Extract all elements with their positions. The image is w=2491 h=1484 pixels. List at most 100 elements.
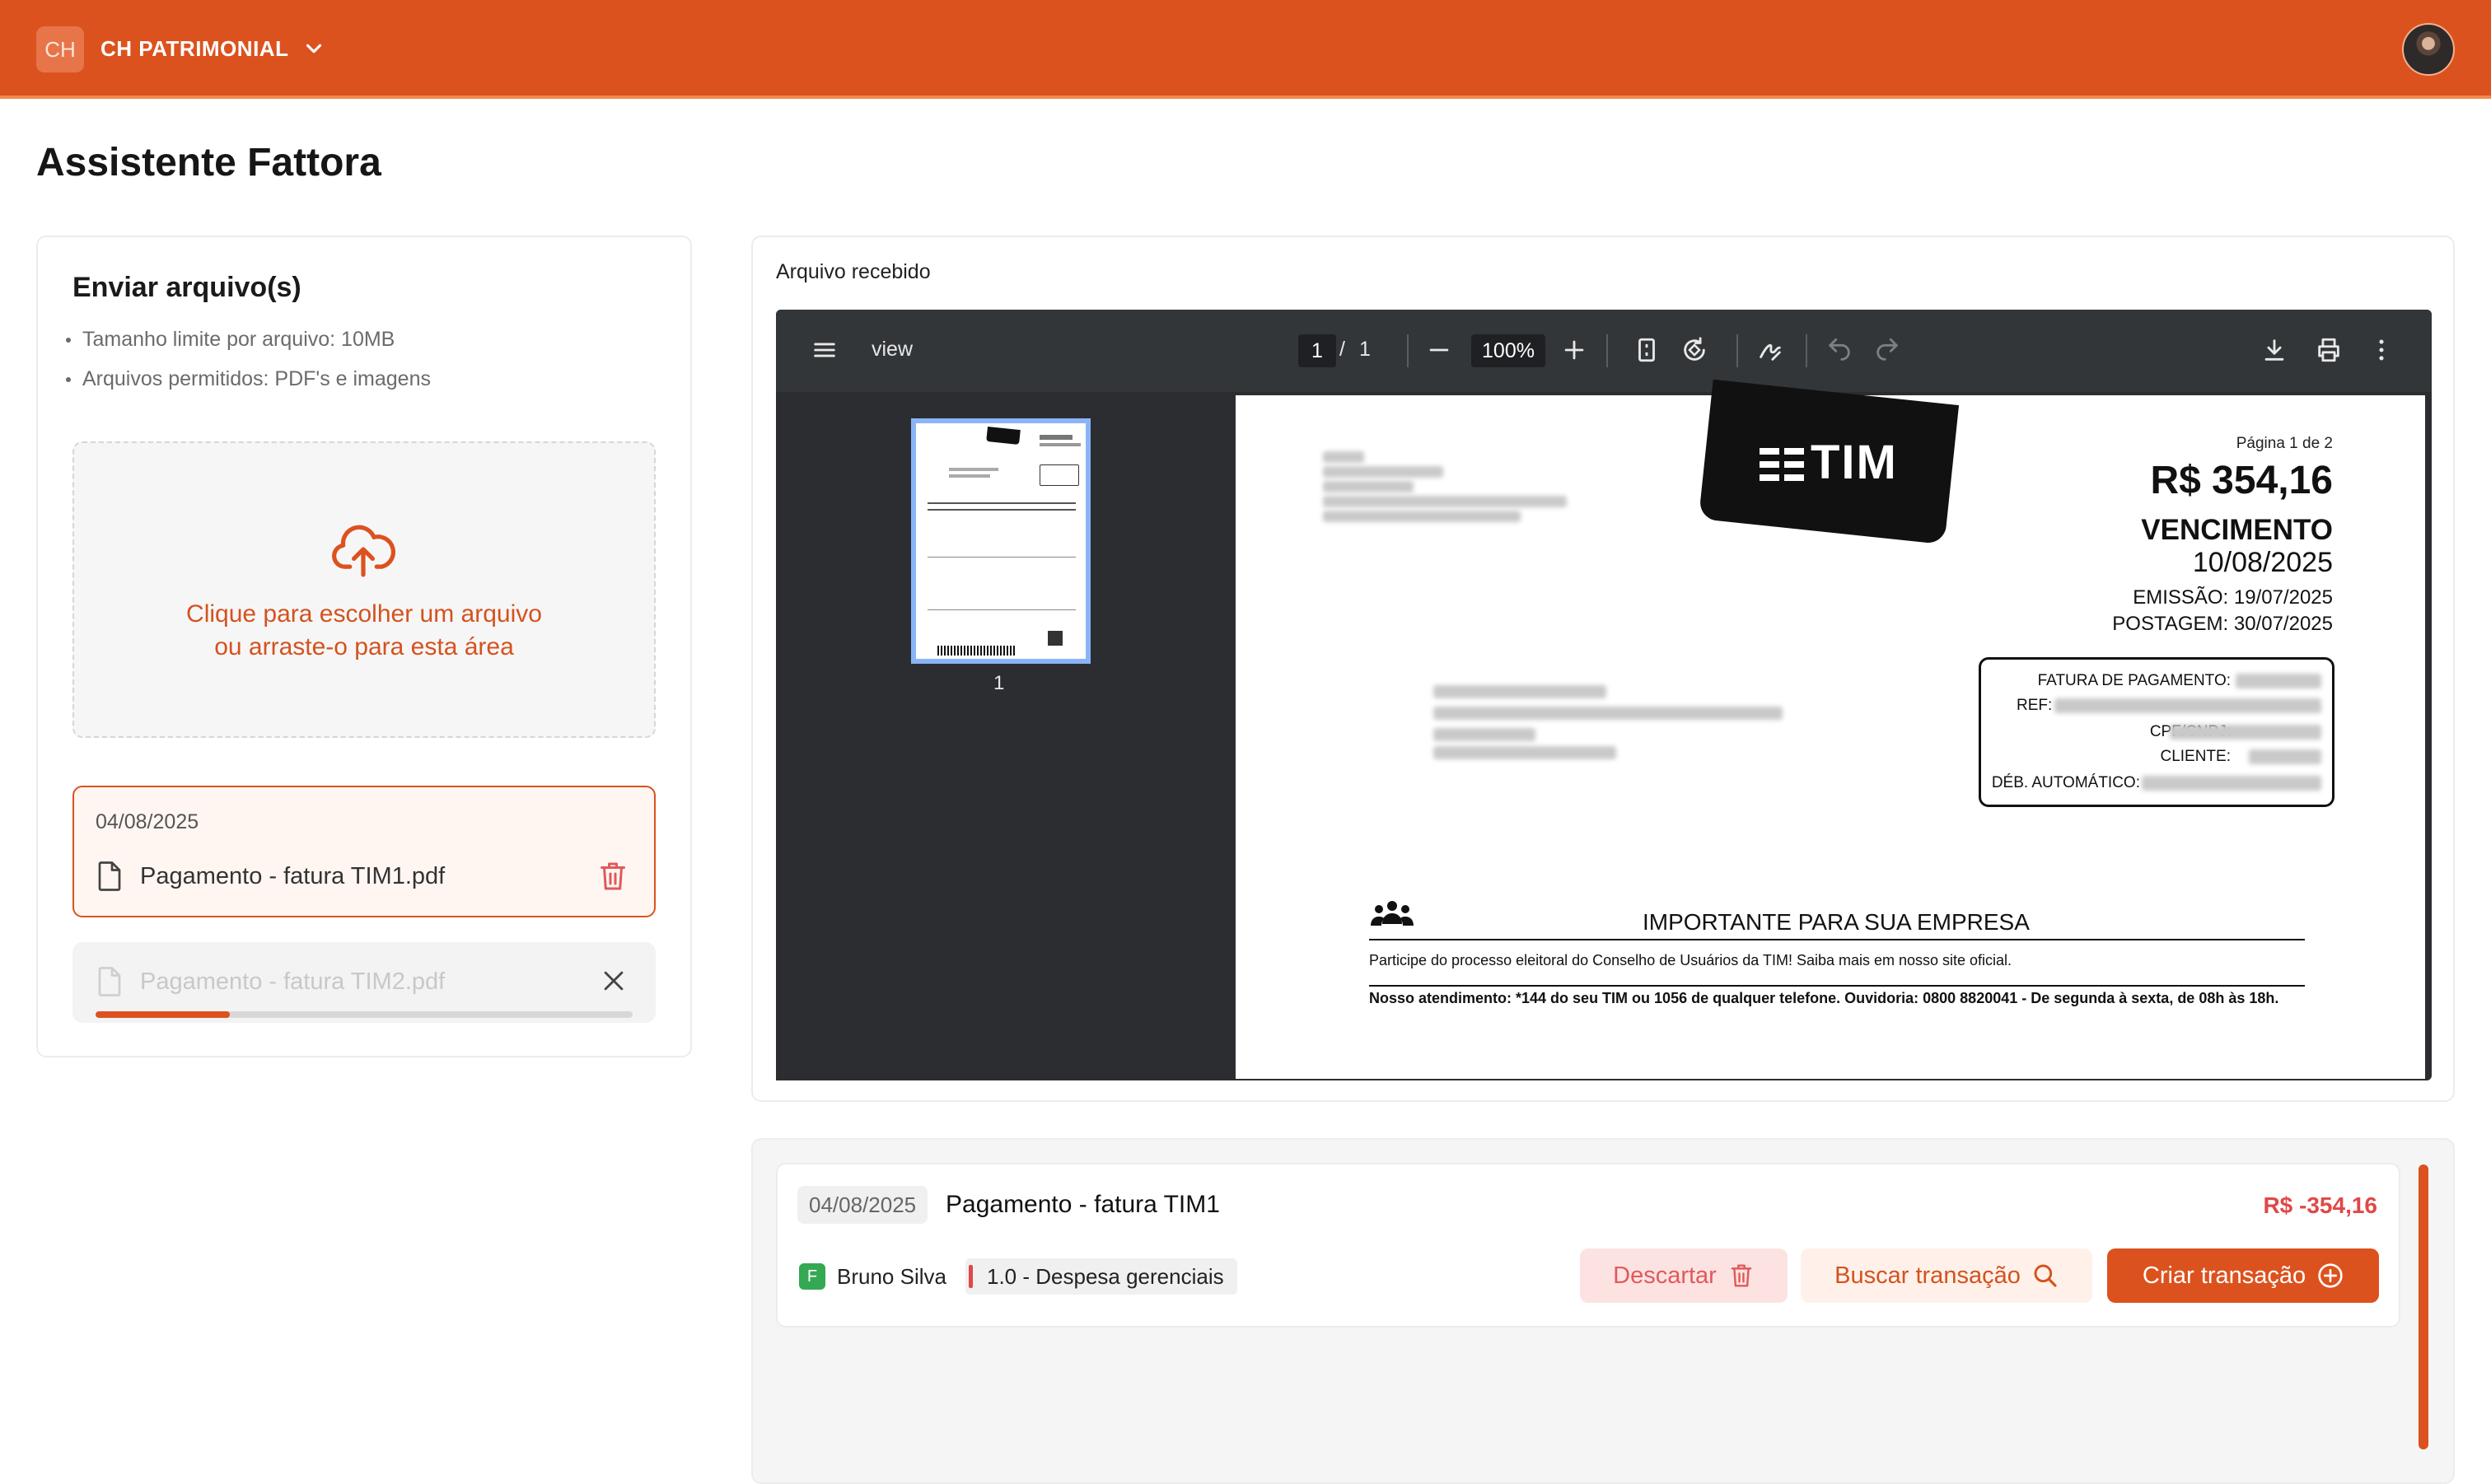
- redacted-text: [1433, 685, 1606, 698]
- thumb-line: [1040, 443, 1081, 446]
- trash-icon: [1731, 1264, 1752, 1287]
- scroll-indicator[interactable]: [2419, 1164, 2428, 1449]
- cloud-upload-icon: [332, 525, 395, 577]
- transaction-card: [776, 1163, 2400, 1328]
- thumb-qr: [1048, 631, 1063, 646]
- file-icon: [98, 967, 121, 996]
- redacted-text: [2236, 674, 2321, 688]
- people-group-icon: [1371, 901, 1414, 926]
- category-color-bar: [969, 1265, 973, 1288]
- doc-divider: [1369, 985, 2305, 987]
- redacted-text: [1323, 496, 1567, 507]
- chevron-down-icon[interactable]: [301, 36, 326, 61]
- file-date: 04/08/2025: [96, 810, 199, 833]
- redacted-text: [1323, 511, 1521, 522]
- doc-important-title: IMPORTANTE PARA SUA EMPRESA: [1643, 909, 2030, 935]
- redacted-text: [1433, 728, 1535, 741]
- doc-info-label: FATURA DE PAGAMENTO:: [2037, 672, 2231, 689]
- file-item-selected[interactable]: [72, 786, 656, 917]
- page-number-input[interactable]: 1: [1298, 334, 1336, 367]
- redacted-text: [1323, 451, 1364, 463]
- toolbar-divider: [1806, 334, 1807, 367]
- redo-icon[interactable]: [1873, 336, 1901, 364]
- annotate-icon[interactable]: [1756, 336, 1784, 364]
- download-icon[interactable]: [2260, 336, 2288, 364]
- thumb-line: [928, 557, 1076, 558]
- thumbnail-page-number: 1: [993, 672, 1005, 694]
- discard-label: Descartar: [1613, 1262, 1717, 1289]
- org-name[interactable]: CH PATRIMONIAL: [100, 36, 288, 62]
- trash-icon[interactable]: [598, 860, 628, 893]
- top-bar: [0, 0, 2491, 99]
- user-name: Bruno Silva: [837, 1264, 946, 1289]
- upload-progress-bar: [96, 1011, 633, 1018]
- dropzone-text[interactable]: Clique para escolher um arquivo ou arras…: [72, 598, 656, 664]
- tim-stripes-icon: [1760, 448, 1804, 481]
- upload-progress-fill: [96, 1011, 230, 1018]
- tim-logo-text: TIM: [1811, 436, 1898, 489]
- thumb-amount: [1040, 435, 1073, 440]
- redacted-text: [2249, 749, 2321, 764]
- thumb-line: [928, 609, 1076, 610]
- file-dropzone[interactable]: [72, 441, 656, 738]
- thumb-logo: [986, 426, 1021, 446]
- doc-emission: EMISSÃO: 19/07/2025: [2133, 586, 2333, 609]
- upload-rule-types: Arquivos permitidos: PDF's e imagens: [66, 367, 431, 390]
- toolbar-divider: [1407, 334, 1409, 367]
- user-badge: F: [799, 1263, 825, 1290]
- category-label: 1.0 - Despesa gerenciais: [987, 1264, 1224, 1289]
- zoom-in-icon[interactable]: [1560, 336, 1588, 364]
- page-separator: /: [1339, 338, 1345, 361]
- fit-page-icon[interactable]: [1633, 336, 1661, 364]
- zoom-out-icon[interactable]: [1425, 336, 1453, 364]
- undo-icon[interactable]: [1825, 336, 1853, 364]
- dropzone-line-2: ou arraste-o para esta área: [214, 633, 514, 660]
- thumb-line: [949, 474, 990, 478]
- org-badge[interactable]: CH: [36, 26, 84, 72]
- rotate-icon[interactable]: [1680, 336, 1708, 364]
- dropzone-line-1: Clique para escolher um arquivo: [186, 600, 542, 628]
- create-transaction-label: Criar transação: [2142, 1262, 2306, 1289]
- doc-info-label: DÉB. AUTOMÁTICO:: [1991, 774, 2140, 791]
- toolbar-divider: [1736, 334, 1738, 367]
- file-name: Pagamento - fatura TIM1.pdf: [140, 863, 446, 889]
- redacted-text: [2054, 698, 2321, 713]
- thumb-line: [949, 468, 998, 471]
- search-transaction-label: Buscar transação: [1834, 1262, 2021, 1289]
- transaction-date: 04/08/2025: [797, 1186, 928, 1224]
- thumb-barcode: [937, 646, 1015, 656]
- thumb-line: [928, 502, 1076, 504]
- menu-icon[interactable]: [811, 336, 839, 364]
- thumb-box: [1040, 464, 1079, 486]
- search-transaction-button[interactable]: Buscar transação: [1801, 1248, 2092, 1303]
- file-icon: [98, 861, 121, 891]
- redacted-text: [1323, 466, 1443, 478]
- transaction-title: Pagamento - fatura TIM1: [946, 1191, 1220, 1218]
- toolbar-divider: [1606, 334, 1608, 367]
- zoom-input[interactable]: 100%: [1471, 334, 1545, 367]
- redacted-text: [2170, 725, 2321, 740]
- redacted-text: [2142, 776, 2321, 791]
- page-total: 1: [1359, 338, 1371, 361]
- discard-button[interactable]: Descartar: [1580, 1248, 1788, 1303]
- doc-posting: POSTAGEM: 30/07/2025: [2112, 613, 2333, 635]
- create-transaction-button[interactable]: Criar transação: [2107, 1248, 2379, 1303]
- page-thumbnail[interactable]: [911, 418, 1091, 664]
- pdf-doc-title: view: [872, 338, 914, 361]
- close-icon[interactable]: [600, 967, 628, 995]
- doc-due-date: 10/08/2025: [2192, 547, 2333, 578]
- redacted-text: [1323, 481, 1414, 492]
- more-vertical-icon[interactable]: [2367, 336, 2395, 364]
- search-icon: [2034, 1264, 2057, 1287]
- doc-due-label: VENCIMENTO: [2141, 514, 2333, 546]
- plus-circle-icon: [2318, 1263, 2343, 1288]
- redacted-text: [1433, 707, 1783, 720]
- print-icon[interactable]: [2315, 336, 2343, 364]
- doc-amount: R$ 354,16: [2150, 459, 2333, 502]
- avatar[interactable]: [2402, 23, 2455, 76]
- redacted-text: [1433, 746, 1616, 759]
- doc-divider: [1369, 939, 2305, 940]
- transaction-amount: R$ -354,16: [2263, 1192, 2377, 1218]
- thumb-line: [928, 509, 1076, 511]
- doc-page-info: Página 1 de 2: [2236, 435, 2333, 452]
